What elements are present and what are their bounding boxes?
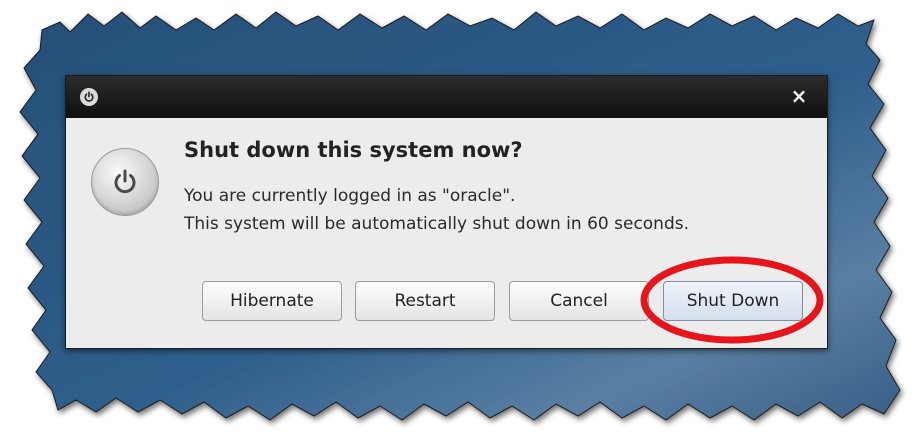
message-line-1: You are currently logged in as "oracle". (184, 186, 516, 206)
dialog-heading: Shut down this system now? (184, 138, 523, 162)
shut-down-button[interactable]: Shut Down (663, 281, 803, 321)
power-icon (80, 88, 98, 106)
cancel-button[interactable]: Cancel (509, 281, 649, 321)
hibernate-button[interactable]: Hibernate (202, 281, 342, 321)
restart-button[interactable]: Restart (355, 281, 495, 321)
power-icon (91, 148, 159, 216)
shutdown-dialog: × Shut down this system now? You are cur… (65, 75, 828, 349)
close-icon[interactable]: × (789, 86, 809, 106)
dialog-message: You are currently logged in as "oracle".… (184, 182, 689, 238)
message-line-2: This system will be automatically shut d… (184, 214, 690, 234)
dialog-titlebar: × (66, 76, 827, 118)
